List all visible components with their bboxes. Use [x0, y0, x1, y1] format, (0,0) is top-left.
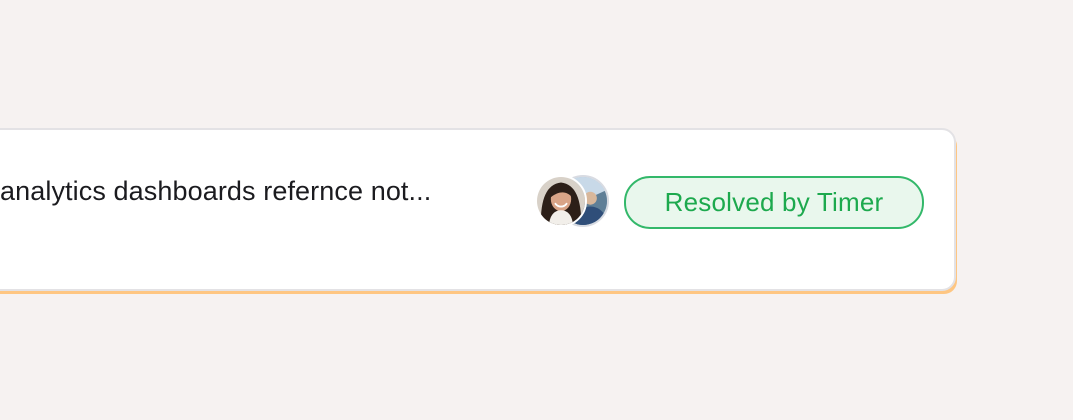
ticket-title[interactable]: analytics dashboards refernce not... [0, 176, 431, 207]
woman-portrait-avatar-icon [537, 177, 585, 225]
ticket-card[interactable]: analytics dashboards refernce not... Res… [0, 128, 956, 291]
status-badge[interactable]: Resolved by Timer [624, 176, 924, 229]
assignee-avatars [535, 175, 611, 231]
avatar[interactable] [535, 175, 587, 227]
